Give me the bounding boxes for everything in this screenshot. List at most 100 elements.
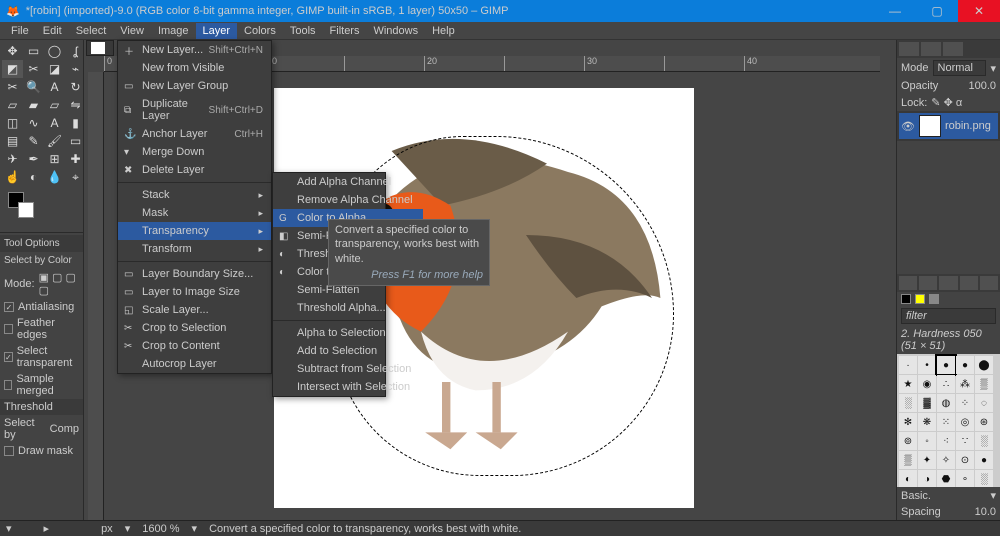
menu-item[interactable]: Alpha to Selection — [273, 324, 423, 342]
chevron-down-icon[interactable]: ▾ — [125, 522, 131, 535]
menu-item[interactable]: Add to Selection — [273, 342, 423, 360]
chevron-down-icon[interactable]: ▾ — [990, 62, 996, 75]
menu-filters[interactable]: Filters — [323, 23, 367, 39]
smudge-tool-icon[interactable]: ☝ — [2, 168, 23, 186]
chevron-down-icon[interactable]: ▾ — [990, 489, 996, 502]
toolbox: ✥ ▭ ◯ ʆ ◩ ✂ ◪ ⌁ ✂ 🔍 A ↻ ▱ ▰ ▱ ⇋ ◫ ∿ A ▮ … — [0, 40, 84, 520]
eraser-tool-icon[interactable]: ▭ — [65, 132, 86, 150]
scissors-tool-icon[interactable]: ✂ — [23, 60, 44, 78]
flip-tool-icon[interactable]: ⇋ — [65, 96, 86, 114]
spacing-value[interactable]: 10.0 — [975, 506, 996, 518]
merged-row[interactable]: Sample merged — [0, 371, 83, 399]
fg-bg-swatches[interactable] — [4, 192, 79, 226]
text-tool-icon[interactable]: A — [44, 114, 65, 132]
scale-tool-icon[interactable]: ▱ — [2, 96, 23, 114]
menu-windows[interactable]: Windows — [366, 23, 425, 39]
transparent-row[interactable]: ✓Select transparent — [0, 343, 83, 371]
mode-buttons[interactable]: ▣ ▢ ▢ ▢ — [39, 271, 79, 297]
menu-item[interactable]: Intersect with Selection — [273, 378, 423, 396]
airbrush-tool-icon[interactable]: ✈ — [2, 150, 23, 168]
bycolor-tool-icon[interactable]: ◩ — [2, 60, 23, 78]
menu-item[interactable]: Mask▸ — [118, 204, 271, 222]
menu-item[interactable]: ◱Scale Layer... — [118, 301, 271, 319]
menu-item[interactable]: ✖Delete Layer — [118, 161, 271, 179]
menu-item[interactable]: Transform▸ — [118, 240, 271, 258]
crop-tool-icon[interactable]: ✂ — [2, 78, 23, 96]
image-tab[interactable] — [86, 40, 114, 56]
cage-tool-icon[interactable]: ◫ — [2, 114, 23, 132]
menu-colors[interactable]: Colors — [237, 23, 283, 39]
color-picker-icon[interactable]: ⌖ — [65, 168, 86, 186]
shear-tool-icon[interactable]: ▰ — [23, 96, 44, 114]
opacity-value[interactable]: 100.0 — [968, 80, 996, 92]
close-button[interactable]: ✕ — [958, 0, 1000, 22]
menu-item[interactable]: Transparency▸ — [118, 222, 271, 240]
brush-grid[interactable]: ·•●●⬤ ★◉∴⁂▒ ░▓◍⁘◌ ✻❋⁙◎⊛ ⊚◦⁖∵░ ▒✦✧⊙● ◐◑⬣∘… — [897, 354, 1000, 487]
clone-tool-icon[interactable]: ⊞ — [44, 150, 65, 168]
menu-item[interactable]: Stack▸ — [118, 186, 271, 204]
brush-preset-label[interactable]: Basic. — [901, 490, 931, 502]
menu-help[interactable]: Help — [425, 23, 462, 39]
lasso-tool-icon[interactable]: ʆ — [65, 42, 86, 60]
status-chevron-icon[interactable]: ▸ — [44, 522, 50, 535]
minimize-button[interactable]: — — [874, 0, 916, 22]
heal-tool-icon[interactable]: ✚ — [65, 150, 86, 168]
path-tool-icon[interactable]: ⌁ — [65, 60, 86, 78]
lock-icons[interactable]: ✎ ✥ α — [931, 96, 962, 109]
menu-view[interactable]: View — [113, 23, 151, 39]
bg-swatch[interactable] — [18, 202, 34, 218]
menu-item[interactable]: Threshold Alpha... — [273, 299, 423, 317]
menu-item[interactable]: ▭Layer to Image Size — [118, 283, 271, 301]
menu-image[interactable]: Image — [151, 23, 196, 39]
mode-select[interactable]: Normal — [933, 60, 987, 76]
menu-item[interactable]: ✂Crop to Content — [118, 337, 271, 355]
warp-tool-icon[interactable]: ∿ — [23, 114, 44, 132]
menu-layer[interactable]: Layer — [196, 23, 238, 39]
dock-tabs-top[interactable] — [897, 40, 1000, 58]
menu-item[interactable]: ✂Crop to Selection — [118, 319, 271, 337]
ink-tool-icon[interactable]: ✒ — [23, 150, 44, 168]
filter-input[interactable]: filter — [901, 308, 996, 324]
brush-tool-icon[interactable]: 🖌 — [44, 132, 65, 150]
menu-select[interactable]: Select — [69, 23, 114, 39]
layer-menu[interactable]: ＋New Layer...Shift+Ctrl+NNew from Visibl… — [117, 40, 272, 374]
pencil-tool-icon[interactable]: ✎ — [23, 132, 44, 150]
perspective-tool-icon[interactable]: ▱ — [44, 96, 65, 114]
ellipse-select-tool-icon[interactable]: ◯ — [44, 42, 65, 60]
selectby-row[interactable]: Select byComp — [0, 415, 83, 443]
menu-item[interactable]: Autocrop Layer — [118, 355, 271, 373]
eye-icon[interactable]: 👁 — [901, 120, 915, 133]
menu-item[interactable]: ▭New Layer Group — [118, 77, 271, 95]
foreground-tool-icon[interactable]: ◪ — [44, 60, 65, 78]
menu-file[interactable]: File — [4, 23, 36, 39]
chevron-down-icon[interactable]: ▾ — [192, 522, 198, 535]
menu-item[interactable]: ＋New Layer...Shift+Ctrl+N — [118, 41, 271, 59]
rotate-tool-icon[interactable]: ↻ — [65, 78, 86, 96]
dodge-tool-icon[interactable]: ◐ — [23, 168, 44, 186]
status-caret-icon[interactable]: ▾ — [6, 522, 12, 535]
menu-item[interactable]: ▭Layer Boundary Size... — [118, 265, 271, 283]
measure-tool-icon[interactable]: A — [44, 78, 65, 96]
rect-select-tool-icon[interactable]: ▭ — [23, 42, 44, 60]
move-tool-icon[interactable]: ✥ — [2, 42, 23, 60]
menu-item[interactable]: Subtract from Selection — [273, 360, 423, 378]
maximize-button[interactable]: ▢ — [916, 0, 958, 22]
unit-select[interactable]: px — [101, 523, 113, 535]
gradient-tool-icon[interactable]: ▤ — [2, 132, 23, 150]
dock-tabs-mid[interactable] — [897, 274, 1000, 292]
zoom-select[interactable]: 1600 % — [142, 523, 179, 535]
menu-item[interactable]: ⧉Duplicate LayerShift+Ctrl+D — [118, 95, 271, 125]
bucket-tool-icon[interactable]: ▮ — [65, 114, 86, 132]
blur-tool-icon[interactable]: 💧 — [44, 168, 65, 186]
menu-item[interactable]: New from Visible — [118, 59, 271, 77]
layer-row[interactable]: 👁 robin.png — [899, 113, 998, 139]
feather-row[interactable]: Feather edges — [0, 315, 83, 343]
antialiasing-row[interactable]: ✓Antialiasing — [0, 299, 83, 315]
drawmask-row[interactable]: Draw mask — [0, 443, 83, 459]
threshold-row[interactable]: Threshold — [0, 399, 83, 415]
menu-edit[interactable]: Edit — [36, 23, 69, 39]
menu-item[interactable]: Remove Alpha Channel — [273, 191, 423, 209]
zoom-tool-icon[interactable]: 🔍 — [23, 78, 44, 96]
color-swatches[interactable] — [897, 292, 1000, 306]
menu-tools[interactable]: Tools — [283, 23, 323, 39]
